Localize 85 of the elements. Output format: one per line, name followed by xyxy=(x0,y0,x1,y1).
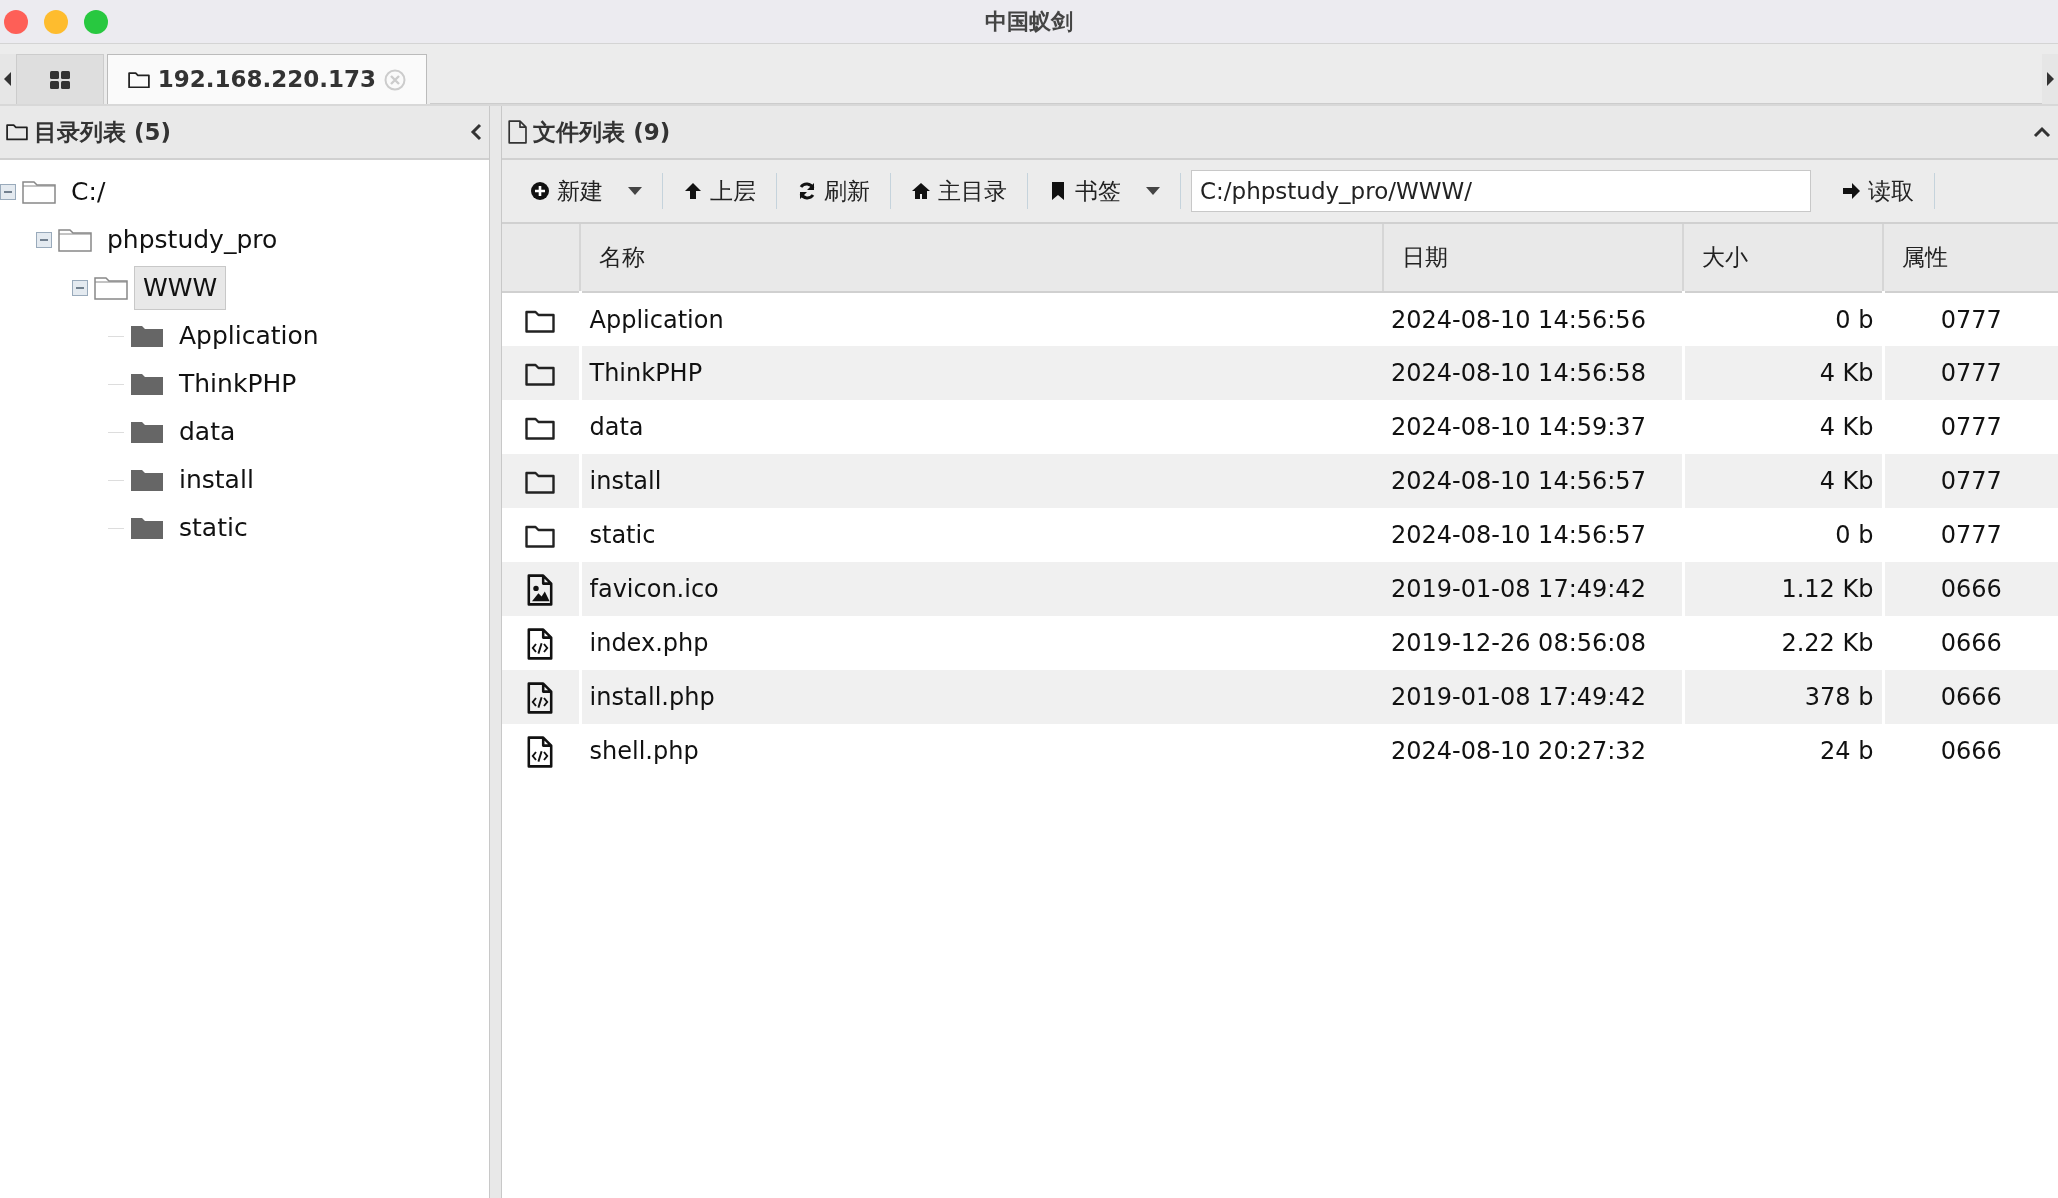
file-size: 1.12 Kb xyxy=(1683,562,1883,616)
file-permissions: 0666 xyxy=(1883,670,2058,724)
folder-icon xyxy=(94,276,128,300)
folder-icon xyxy=(525,362,556,386)
scroll-left-button[interactable] xyxy=(0,54,16,104)
right-triangle-icon xyxy=(2046,72,2054,86)
folder-icon xyxy=(130,468,164,492)
file-date: 2024-08-10 14:56:58 xyxy=(1383,346,1683,400)
file-date: 2019-01-08 17:49:42 xyxy=(1383,670,1683,724)
folder-icon xyxy=(127,70,150,89)
file-date: 2024-08-10 20:27:32 xyxy=(1383,724,1683,778)
file-permissions: 0666 xyxy=(1883,562,2058,616)
panel-title: 目录列表 (5) xyxy=(34,117,173,147)
folder-icon xyxy=(6,123,28,141)
file-name: install.php xyxy=(580,670,1383,724)
file-size: 378 b xyxy=(1683,670,1883,724)
toolbar-button[interactable]: 上层 xyxy=(663,169,776,213)
toolbar-button[interactable]: 主目录 xyxy=(891,169,1027,213)
tree-item[interactable]: static xyxy=(170,506,257,550)
file-permissions: 0777 xyxy=(1883,508,2058,562)
folder-icon xyxy=(525,470,556,494)
file-name: shell.php xyxy=(580,724,1383,778)
up-arrow-icon xyxy=(683,181,703,201)
folder-icon xyxy=(130,324,164,348)
toolbar-button[interactable]: 新建 xyxy=(510,169,662,213)
column-header[interactable]: 属性 xyxy=(1883,224,2058,292)
left-triangle-icon xyxy=(4,72,12,86)
image-file-icon xyxy=(527,574,554,606)
folder-icon xyxy=(130,372,164,396)
file-date: 2024-08-10 14:56:57 xyxy=(1383,454,1683,508)
tree-item[interactable]: data xyxy=(170,410,245,454)
folder-icon xyxy=(525,524,556,548)
refresh-icon xyxy=(797,181,817,201)
file-size: 24 b xyxy=(1683,724,1883,778)
tree-item[interactable]: C:/ xyxy=(62,170,115,214)
collapse-up-icon[interactable] xyxy=(2032,125,2052,139)
file-name: ThinkPHP xyxy=(580,346,1383,400)
column-header[interactable]: 日期 xyxy=(1383,224,1683,292)
folder-icon xyxy=(130,516,164,540)
column-header[interactable]: 大小 xyxy=(1683,224,1883,292)
file-permissions: 0666 xyxy=(1883,724,2058,778)
dashboard-tab[interactable] xyxy=(16,54,104,104)
close-window-button[interactable] xyxy=(4,9,28,34)
code-file-icon xyxy=(527,736,554,768)
file-permissions: 0777 xyxy=(1883,346,2058,400)
collapse-toggle[interactable] xyxy=(0,184,16,200)
zoom-window-button[interactable] xyxy=(84,9,108,34)
tree-item[interactable]: ThinkPHP xyxy=(170,362,306,406)
folder-icon xyxy=(58,228,92,252)
file-name: install xyxy=(580,454,1383,508)
file-name: favicon.ico xyxy=(580,562,1383,616)
column-header[interactable]: 名称 xyxy=(580,224,1383,292)
read-button[interactable]: 读取 xyxy=(1821,169,1934,213)
file-icon xyxy=(508,120,528,144)
grid-icon xyxy=(50,70,70,89)
folder-icon xyxy=(525,308,556,333)
toolbar-button[interactable]: 刷新 xyxy=(777,169,890,213)
connection-tab[interactable]: 192.168.220.173 xyxy=(107,54,427,104)
code-file-icon xyxy=(527,682,554,714)
scroll-right-button[interactable] xyxy=(2042,54,2058,104)
file-date: 2019-01-08 17:49:42 xyxy=(1383,562,1683,616)
folder-icon xyxy=(130,420,164,444)
collapse-toggle[interactable] xyxy=(36,232,52,248)
file-permissions: 0777 xyxy=(1883,292,2058,346)
collapse-toggle[interactable] xyxy=(72,280,88,296)
toolbar-button[interactable]: 书签 xyxy=(1028,169,1180,213)
tree-item[interactable]: install xyxy=(170,458,263,502)
folder-icon xyxy=(22,180,56,204)
tree-item[interactable]: Application xyxy=(170,314,328,358)
file-permissions: 0777 xyxy=(1883,400,2058,454)
panel-title: 文件列表 (9) xyxy=(533,117,672,147)
window-title: 中国蚁剑 xyxy=(985,9,1073,34)
tree-item[interactable]: phpstudy_pro xyxy=(98,218,287,262)
file-size: 4 Kb xyxy=(1683,346,1883,400)
code-file-icon xyxy=(527,628,554,660)
home-icon xyxy=(911,181,931,201)
file-size: 4 Kb xyxy=(1683,454,1883,508)
tree-item[interactable]: WWW xyxy=(134,266,227,310)
right-arrow-icon xyxy=(1841,181,1861,201)
collapse-left-icon[interactable] xyxy=(469,122,483,142)
folder-icon xyxy=(525,416,556,440)
file-permissions: 0777 xyxy=(1883,454,2058,508)
path-field[interactable]: C:/phpstudy_pro/WWW/ xyxy=(1191,170,1811,212)
file-permissions: 0666 xyxy=(1883,616,2058,670)
plus-circle-icon xyxy=(530,181,550,201)
